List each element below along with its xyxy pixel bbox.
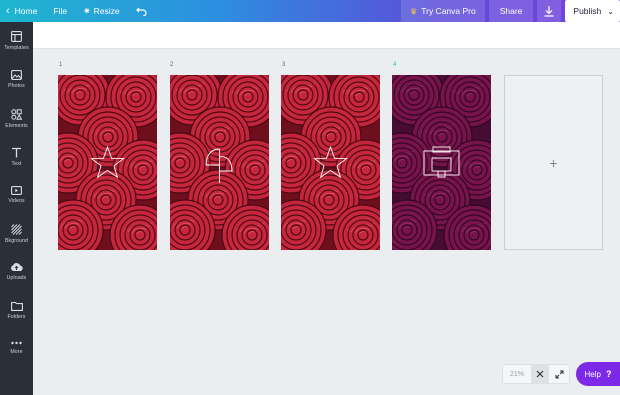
page-number-active: 4 [393, 62, 397, 68]
leaf-outline-icon[interactable] [170, 75, 269, 250]
crown-icon: ♛ [410, 6, 418, 16]
zoom-percentage[interactable]: 21% [503, 371, 531, 378]
star-outline-icon[interactable] [281, 75, 380, 250]
editor-toolbar [33, 22, 620, 49]
background-icon [11, 224, 22, 235]
sidebar-item-templates[interactable]: Templates [0, 31, 33, 67]
sidebar-item-videos[interactable]: Videos [0, 186, 33, 222]
sidebar-item-background[interactable]: Bkground [0, 224, 33, 260]
page-thumbnail[interactable] [58, 75, 157, 250]
resize-label: Resize [93, 6, 120, 16]
sidebar-item-text[interactable]: Text [0, 147, 33, 183]
undo-button[interactable] [128, 0, 155, 22]
sidebar-item-folders[interactable]: Folders [0, 301, 33, 337]
sidebar: Templates Photos Elements Text Videos Bk… [0, 22, 33, 395]
templates-icon [11, 31, 22, 42]
file-menu-button[interactable]: File [45, 0, 75, 22]
folders-icon [10, 301, 23, 311]
star-outline-icon[interactable] [58, 75, 157, 250]
text-icon [12, 147, 21, 158]
close-button[interactable] [531, 365, 549, 383]
plus-icon: + [549, 154, 558, 171]
sidebar-item-label: Text [11, 161, 22, 167]
publish-label: Publish [573, 6, 602, 16]
resize-button[interactable]: ✷ Resize [75, 0, 128, 22]
sidebar-item-more[interactable]: More [0, 340, 33, 376]
sidebar-item-elements[interactable]: Elements [0, 109, 33, 145]
sidebar-item-label: Photos [8, 83, 25, 89]
sidebar-item-uploads[interactable]: Uploads [0, 262, 33, 298]
expand-icon [555, 370, 563, 378]
sparkle-icon: ✷ [83, 5, 91, 16]
file-label: File [53, 6, 68, 16]
download-button[interactable] [537, 0, 562, 22]
sidebar-item-label: Uploads [6, 275, 27, 281]
sidebar-item-label: Folders [7, 314, 26, 320]
sidebar-item-photos[interactable]: Photos [0, 70, 33, 106]
zoom-control: 21% [502, 364, 570, 384]
home-button[interactable]: ‹ Home [0, 0, 45, 22]
undo-icon [135, 7, 147, 16]
question-mark-icon: ? [605, 369, 612, 379]
try-pro-label: Try Canva Pro [421, 6, 476, 16]
share-label: Share [499, 6, 523, 16]
photos-icon [11, 70, 22, 80]
chevron-down-icon: ⌄ [607, 6, 614, 16]
add-page-button[interactable]: + [504, 75, 603, 250]
help-label: Help [584, 369, 601, 379]
page-thumbnail-active[interactable] [392, 75, 491, 250]
videos-icon [11, 186, 22, 195]
top-bar: ‹ Home File ✷ Resize ♛ Try Canva Pro Sha… [0, 0, 620, 22]
elements-icon [11, 109, 22, 120]
page-thumbnail[interactable] [281, 75, 380, 250]
try-canva-pro-button[interactable]: ♛ Try Canva Pro [401, 0, 485, 22]
close-icon [536, 370, 544, 378]
more-icon [11, 341, 22, 345]
home-label: Home [14, 6, 38, 16]
page-thumbnail[interactable] [170, 75, 269, 250]
chevron-left-icon: ‹ [6, 4, 10, 17]
share-button[interactable]: Share [488, 0, 534, 22]
page-number: 3 [282, 62, 286, 68]
sidebar-item-label: Bkground [4, 238, 28, 244]
sidebar-item-label: Videos [8, 198, 25, 204]
sidebar-item-label: Templates [4, 45, 29, 51]
help-button[interactable]: Help ? [576, 362, 620, 386]
camera-frame-icon[interactable] [392, 75, 491, 250]
page-number: 1 [59, 62, 63, 68]
sidebar-item-label: More [10, 349, 23, 355]
download-icon [544, 5, 554, 17]
publish-button[interactable]: Publish ⌄ [565, 0, 620, 22]
sidebar-item-label: Elements [5, 123, 28, 129]
page-number: 2 [170, 62, 174, 68]
uploads-icon [11, 263, 23, 272]
fullscreen-button[interactable] [549, 365, 569, 383]
